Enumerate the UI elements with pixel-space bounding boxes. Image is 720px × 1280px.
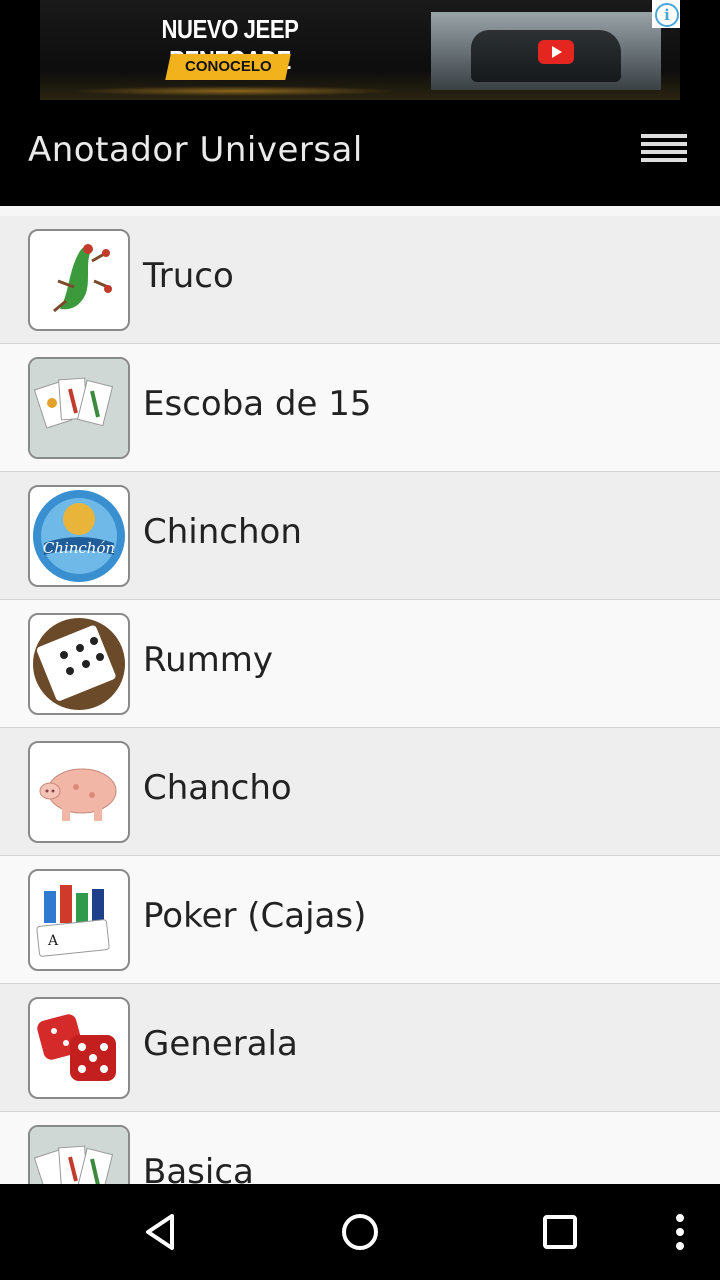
list-item-label: Chinchon (143, 512, 302, 552)
svg-text:A: A (47, 933, 59, 949)
list-item-rummy[interactable]: Rummy (0, 600, 720, 728)
ad-decoration (70, 86, 400, 96)
recent-apps-icon[interactable] (532, 1204, 588, 1260)
list-item-label: Generala (143, 1024, 298, 1064)
app-header: Anotador Universal (0, 100, 720, 206)
menu-button[interactable] (636, 128, 692, 172)
chinchon-badge-icon: Chinchón (28, 485, 130, 587)
system-navigation-bar (0, 1184, 720, 1280)
list-item-chancho[interactable]: Chancho (0, 728, 720, 856)
ad-banner[interactable]: NUEVO JEEP RENEGADE CONOCELO i (40, 0, 680, 100)
list-item-chinchon[interactable]: Chinchón Chinchon (0, 472, 720, 600)
overflow-menu-icon[interactable] (652, 1204, 708, 1260)
list-item-basica[interactable]: Basica (0, 1112, 720, 1184)
play-icon[interactable] (538, 40, 574, 64)
spanish-cards-icon (28, 1125, 130, 1184)
poker-chips-icon: A (28, 869, 130, 971)
info-icon: i (655, 3, 679, 27)
pig-icon (28, 741, 130, 843)
list-item-label: Rummy (143, 640, 274, 680)
list-item-label: Poker (Cajas) (143, 896, 367, 936)
page-title: Anotador Universal (28, 130, 363, 170)
list-item-escoba[interactable]: Escoba de 15 (0, 344, 720, 472)
list-item-label: Chancho (143, 768, 292, 808)
list-top-spacer (0, 206, 720, 216)
ad-cta-label: CONOCELO (184, 58, 272, 75)
game-list[interactable]: Truco Escoba de 15 Chinchón Chinchon Rum… (0, 206, 720, 1184)
list-item-label: Basica (143, 1152, 254, 1184)
back-icon[interactable] (132, 1204, 188, 1260)
svg-text:Chinchón: Chinchón (43, 539, 115, 557)
list-item-generala[interactable]: Generala (0, 984, 720, 1112)
ad-cta-button[interactable]: CONOCELO (165, 54, 291, 80)
list-item-label: Escoba de 15 (143, 384, 372, 424)
list-item-poker[interactable]: A Poker (Cajas) (0, 856, 720, 984)
ad-info-button[interactable]: i (652, 0, 680, 28)
rummy-tile-icon (28, 613, 130, 715)
list-item-truco[interactable]: Truco (0, 216, 720, 344)
lizard-card-icon (28, 229, 130, 331)
ad-image[interactable] (431, 12, 661, 90)
dice-icon (28, 997, 130, 1099)
spanish-cards-icon (28, 357, 130, 459)
list-item-label: Truco (143, 256, 234, 296)
home-icon[interactable] (332, 1204, 388, 1260)
